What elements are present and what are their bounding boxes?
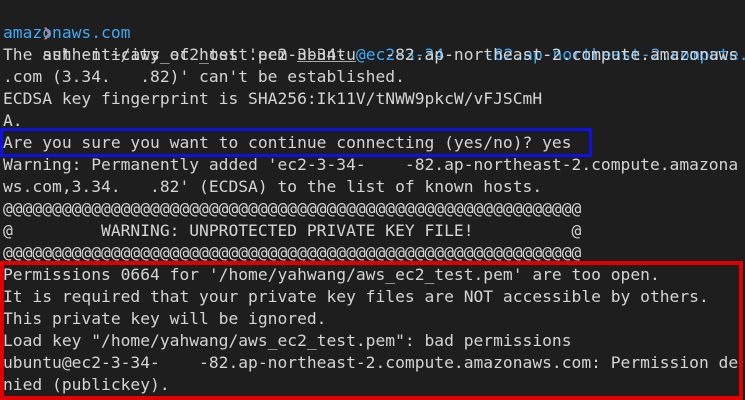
warning-title-line: @ WARNING: UNPROTECTED PRIVATE KEY FILE!…: [3, 221, 582, 240]
error-line: ubuntu@ec2-3-34- -82.ap-northeast-2.comp…: [3, 353, 739, 372]
confirm-prompt-line: Are you sure you want to continue connec…: [3, 133, 572, 152]
prompt-line: ❯ ssh -i ~/aws_ec2_test.pem ubuntu@ec2-3…: [3, 0, 745, 64]
output-line: ECDSA key fingerprint is SHA256:Ik11V/tN…: [3, 89, 543, 108]
output-line: A.: [3, 111, 23, 130]
warning-border-line: @@@@@@@@@@@@@@@@@@@@@@@@@@@@@@@@@@@@@@@@…: [3, 243, 582, 262]
error-line: nied (publickey).: [3, 375, 170, 394]
error-line: Load key "/home/yahwang/aws_ec2_test.pem…: [3, 331, 572, 350]
error-line: This private key will be ignored.: [3, 309, 327, 328]
prompt-line-wrap: amazonaws.com: [3, 23, 131, 42]
error-line: Permissions 0664 for '/home/yahwang/aws_…: [3, 265, 660, 284]
output-line: Warning: Permanently added 'ec2-3-34- -8…: [3, 155, 739, 174]
terminal-window[interactable]: ❯ ssh -i ~/aws_ec2_test.pem ubuntu@ec2-3…: [0, 0, 745, 400]
error-line: It is required that your private key fil…: [3, 287, 709, 306]
output-line: .com (3.34. .82)' can't be established.: [3, 67, 405, 86]
output-line: The authenticity of host 'ec2-3-34- -82.…: [3, 45, 739, 64]
warning-border-line: @@@@@@@@@@@@@@@@@@@@@@@@@@@@@@@@@@@@@@@@…: [3, 199, 582, 218]
output-line: ws.com,3.34. .82' (ECDSA) to the list of…: [3, 177, 543, 196]
